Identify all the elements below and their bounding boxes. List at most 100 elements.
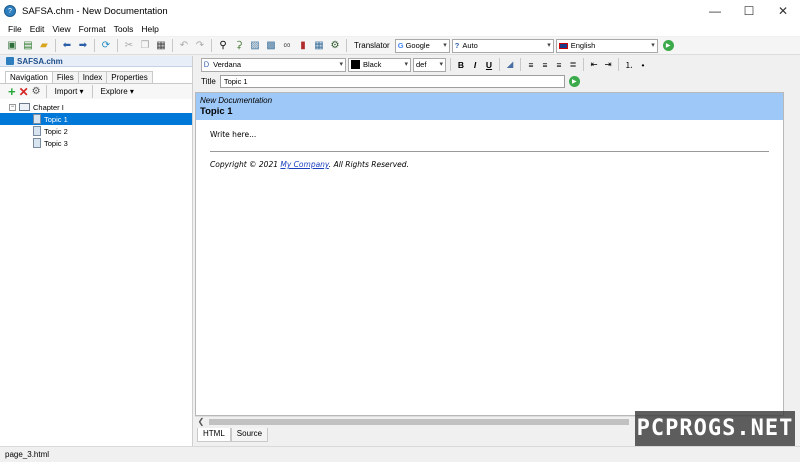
add-icon[interactable]: + (8, 84, 16, 99)
size-select[interactable]: def ▾ (413, 57, 446, 72)
color-select[interactable]: Black ▾ (348, 57, 411, 72)
doc-header: New Documentation Topic 1 (196, 93, 783, 120)
company-link[interactable]: My Company (280, 160, 328, 169)
tree-topic[interactable]: Topic 2 (0, 125, 192, 137)
chevron-down-icon: ▾ (439, 60, 443, 68)
scroll-thumb[interactable] (209, 419, 629, 425)
italic-button[interactable]: I (469, 59, 481, 71)
tab-files[interactable]: Files (51, 71, 79, 83)
translator-engine-select[interactable]: G Google ▾ (394, 38, 450, 53)
collapse-icon[interactable]: − (9, 103, 16, 111)
divider (210, 151, 769, 152)
copyright-text: Copyright © 2021 My Company. All Rights … (210, 160, 409, 169)
uk-flag-icon (558, 42, 568, 49)
navigation-toolbar: + ✕ ⚙ Import ▾ Explore ▾ (0, 84, 192, 99)
menu-format[interactable]: Format (75, 24, 110, 34)
vertical-scrollbar[interactable] (784, 92, 800, 416)
indent-icon[interactable]: ⇥ (602, 59, 614, 71)
align-right-icon[interactable]: ≡ (553, 59, 565, 71)
title-label: Title (201, 77, 216, 86)
chevron-down-icon: ▾ (443, 41, 447, 49)
back-arrow-icon[interactable]: ⬅ (60, 39, 74, 53)
doc-body[interactable]: Write here... Copyright © 2021 My Compan… (196, 120, 783, 179)
document-view[interactable]: New Documentation Topic 1 Write here... … (195, 92, 784, 416)
bold-button[interactable]: B (455, 59, 467, 71)
target-language-select[interactable]: English ▾ (555, 38, 658, 53)
doc-project-name: New Documentation (200, 96, 273, 105)
undo-icon[interactable]: ↶ (177, 39, 191, 53)
tree-chapter[interactable]: − Chapter I (0, 101, 192, 113)
menu-view[interactable]: View (48, 24, 74, 34)
gear-icon[interactable]: ⚙ (32, 86, 41, 97)
scroll-left-icon[interactable]: ❮ (195, 417, 207, 426)
page-icon (33, 138, 41, 148)
app-icon: ? (4, 5, 16, 17)
insert-image-icon[interactable]: ▨ (248, 39, 262, 53)
tab-navigation[interactable]: Navigation (5, 71, 53, 83)
minimize-button[interactable]: — (698, 0, 732, 22)
numbered-list-icon[interactable]: ⒈ (623, 59, 635, 71)
menu-tools[interactable]: Tools (110, 24, 138, 34)
doc-placeholder-text[interactable]: Write here... (210, 130, 769, 139)
import-button[interactable]: Import ▾ (52, 87, 87, 96)
tree-topic[interactable]: Topic 1 (0, 113, 192, 125)
new-project-icon[interactable]: ▣ (5, 39, 19, 53)
apply-title-icon[interactable]: ▶ (568, 76, 580, 87)
outdent-icon[interactable]: ⇤ (588, 59, 600, 71)
title-row: Title Topic 1 ▶ (195, 73, 800, 90)
title-input[interactable]: Topic 1 (219, 75, 565, 88)
cut-icon[interactable]: ✂ (122, 39, 136, 53)
page-icon (33, 126, 41, 136)
align-center-icon[interactable]: ≡ (539, 59, 551, 71)
font-icon: Ꭰ (204, 59, 210, 69)
bullet-list-icon[interactable]: • (637, 59, 649, 71)
menu-help[interactable]: Help (137, 24, 162, 34)
insert-file-icon[interactable]: ▮ (296, 39, 310, 53)
project-icon (6, 57, 14, 65)
explore-button[interactable]: Explore ▾ (98, 87, 137, 96)
editor-mode-tabs: HTML Source (195, 428, 269, 442)
tree-topic[interactable]: Topic 3 (0, 137, 192, 149)
copy-icon[interactable]: ❐ (138, 39, 152, 53)
save-icon[interactable]: ▤ (21, 39, 35, 53)
insert-link-icon[interactable]: ∞ (280, 39, 294, 53)
chevron-down-icon: ▾ (339, 60, 343, 68)
tab-properties[interactable]: Properties (106, 71, 153, 83)
chevron-down-icon: ▾ (404, 60, 408, 68)
status-bar: page_3.html (0, 446, 800, 462)
status-filename: page_3.html (5, 450, 50, 459)
settings-gear-icon[interactable]: ⚙ (328, 39, 342, 53)
refresh-icon[interactable]: ⟳ (99, 39, 113, 53)
search-icon[interactable]: ⚲ (216, 39, 230, 53)
format-toolbar: Ꭰ Verdana ▾ Black ▾ def ▾ B I U ◢ ≡ ≡ ≡ … (195, 56, 800, 73)
insert-table-icon[interactable]: ▦ (312, 39, 326, 53)
window-controls: — ☐ ✕ (698, 0, 800, 22)
redo-icon[interactable]: ↷ (193, 39, 207, 53)
editor-pane: Ꭰ Verdana ▾ Black ▾ def ▾ B I U ◢ ≡ ≡ ≡ … (195, 56, 800, 446)
menu-file[interactable]: File (4, 24, 26, 34)
main-toolbar: ▣ ▤ ▰ ⬅ ➡ ⟳ ✂ ❐ ▦ ↶ ↷ ⚲ ⚳ ▨ ▩ ∞ ▮ ▦ ⚙ Tr… (0, 37, 800, 55)
paste-icon[interactable]: ▦ (154, 39, 168, 53)
tab-source[interactable]: Source (230, 428, 269, 442)
tab-index[interactable]: Index (77, 71, 108, 83)
find-replace-icon[interactable]: ⚳ (232, 39, 246, 53)
open-folder-icon[interactable]: ▰ (37, 39, 51, 53)
align-left-icon[interactable]: ≡ (525, 59, 537, 71)
doc-topic-title: Topic 1 (200, 106, 233, 117)
underline-button[interactable]: U (483, 59, 495, 71)
translate-run-icon[interactable]: ▶ (662, 40, 674, 51)
eraser-icon[interactable]: ◢ (504, 59, 516, 71)
project-header: SAFSA.chm (0, 56, 192, 67)
align-justify-icon[interactable]: ≣ (567, 59, 579, 71)
delete-icon[interactable]: ✕ (19, 85, 29, 99)
tab-html[interactable]: HTML (197, 428, 231, 442)
maximize-button[interactable]: ☐ (732, 0, 766, 22)
page-icon (33, 114, 41, 124)
color-swatch (351, 60, 360, 69)
forward-arrow-icon[interactable]: ➡ (76, 39, 90, 53)
close-button[interactable]: ✕ (766, 0, 800, 22)
font-select[interactable]: Ꭰ Verdana ▾ (201, 57, 346, 72)
insert-picture-icon[interactable]: ▩ (264, 39, 278, 53)
source-language-select[interactable]: ? Auto ▾ (451, 38, 554, 53)
menu-edit[interactable]: Edit (26, 24, 49, 34)
